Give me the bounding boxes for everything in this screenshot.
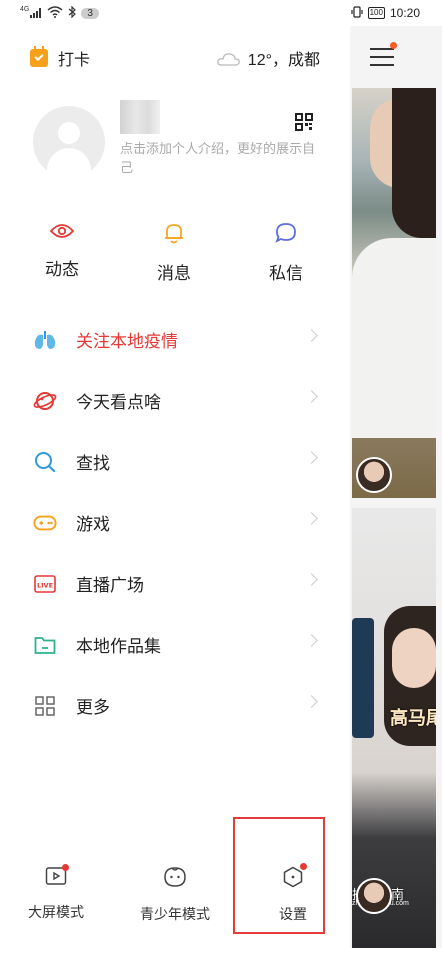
drawer-header: 打卡 12°，成都 bbox=[30, 44, 320, 72]
quick-actions: 动态 消息 私信 bbox=[0, 222, 350, 284]
chevron-right-icon bbox=[305, 329, 318, 342]
notification-count-badge: 3 bbox=[81, 7, 99, 19]
lungs-icon bbox=[33, 328, 57, 352]
bottom-item-label: 青少年模式 bbox=[140, 906, 210, 922]
calendar-check-icon bbox=[30, 46, 48, 67]
menu-item-live-plaza[interactable]: LIVE 直播广场 bbox=[0, 553, 350, 614]
quick-action-label: 动态 bbox=[45, 260, 79, 279]
bluetooth-icon bbox=[68, 5, 77, 21]
grid-icon bbox=[33, 694, 57, 718]
teen-mode-button[interactable]: 青少年模式 bbox=[135, 866, 215, 924]
chevron-right-icon bbox=[305, 451, 318, 464]
signal-icon bbox=[30, 8, 42, 18]
clock: 10:20 bbox=[389, 6, 420, 20]
vibrate-icon bbox=[351, 5, 363, 21]
teen-face-icon bbox=[163, 866, 187, 893]
quick-action-label: 私信 bbox=[269, 264, 303, 283]
menu-item-label: 今天看点啥 bbox=[76, 393, 161, 412]
wifi-icon bbox=[47, 5, 63, 21]
quick-action-private-messages[interactable]: 私信 bbox=[246, 222, 326, 284]
planet-icon bbox=[33, 389, 57, 413]
menu-notification-dot bbox=[390, 42, 397, 49]
quick-action-messages[interactable]: 消息 bbox=[134, 222, 214, 284]
chevron-right-icon bbox=[305, 634, 318, 647]
weather-text: 12°，成都 bbox=[247, 52, 320, 69]
author-avatar[interactable] bbox=[356, 457, 392, 493]
menu-item-label: 游戏 bbox=[76, 515, 110, 534]
weather-widget[interactable]: 12°，成都 bbox=[216, 46, 320, 70]
checkin-label: 打卡 bbox=[58, 52, 91, 69]
drawer-menu: 关注本地疫情 今天看点啥 查找 游戏 LIVE 直播广场 本地作品集 更多 bbox=[0, 309, 350, 736]
search-icon bbox=[33, 450, 57, 474]
menu-item-search[interactable]: 查找 bbox=[0, 431, 350, 492]
chevron-right-icon bbox=[305, 695, 318, 708]
eye-icon bbox=[49, 224, 75, 244]
quick-action-label: 消息 bbox=[157, 264, 191, 283]
bottom-item-label: 大屏模式 bbox=[28, 904, 84, 920]
menu-item-what-to-watch[interactable]: 今天看点啥 bbox=[0, 370, 350, 431]
cloud-icon bbox=[216, 52, 241, 66]
menu-item-label: 查找 bbox=[76, 454, 110, 473]
avatar[interactable] bbox=[33, 106, 105, 178]
settings-highlight-box bbox=[233, 817, 325, 934]
video-caption: 高马尾 bbox=[390, 708, 436, 728]
blurred-username bbox=[120, 100, 160, 134]
status-bar-left: 4G 3 bbox=[0, 0, 350, 26]
qr-code-icon[interactable] bbox=[295, 113, 313, 131]
background-feed: 高马尾 搜狗指南 zhinan.sogou.com bbox=[350, 26, 442, 948]
bell-icon bbox=[164, 224, 184, 248]
big-screen-mode-button[interactable]: 大屏模式 bbox=[22, 864, 90, 922]
big-screen-icon bbox=[45, 864, 69, 891]
hamburger-menu-button[interactable] bbox=[370, 42, 397, 66]
author-avatar[interactable] bbox=[356, 878, 392, 914]
folder-icon bbox=[33, 633, 57, 657]
chevron-right-icon bbox=[305, 512, 318, 525]
profile-intro[interactable]: 点击添加个人介绍，更好的展示自己 bbox=[120, 139, 320, 177]
menu-item-local-epidemic[interactable]: 关注本地疫情 bbox=[0, 309, 350, 370]
menu-item-games[interactable]: 游戏 bbox=[0, 492, 350, 553]
feed-card[interactable] bbox=[352, 88, 436, 498]
svg-text:LIVE: LIVE bbox=[37, 581, 53, 589]
status-bar-right: 100 10:20 bbox=[330, 0, 442, 26]
quick-action-feed[interactable]: 动态 bbox=[22, 222, 102, 280]
menu-item-label: 本地作品集 bbox=[76, 637, 161, 656]
battery-icon: 100 bbox=[367, 7, 385, 19]
profile-section[interactable]: 点击添加个人介绍，更好的展示自己 bbox=[33, 100, 323, 190]
menu-item-more[interactable]: 更多 bbox=[0, 675, 350, 736]
menu-item-label: 直播广场 bbox=[76, 576, 144, 595]
chevron-right-icon bbox=[305, 573, 318, 586]
menu-item-label: 更多 bbox=[76, 698, 110, 717]
menu-item-label: 关注本地疫情 bbox=[76, 332, 178, 351]
side-drawer: 4G 3 打卡 12°，成都 点击添加个人介绍，更好的展示自己 动态 消息 私信… bbox=[0, 0, 350, 948]
live-icon: LIVE bbox=[33, 572, 57, 596]
menu-item-local-works[interactable]: 本地作品集 bbox=[0, 614, 350, 675]
chat-bubble-icon bbox=[275, 223, 297, 248]
chevron-right-icon bbox=[305, 390, 318, 403]
checkin-button[interactable]: 打卡 bbox=[30, 46, 90, 70]
gamepad-icon bbox=[33, 511, 57, 535]
network-type: 4G bbox=[20, 5, 30, 13]
